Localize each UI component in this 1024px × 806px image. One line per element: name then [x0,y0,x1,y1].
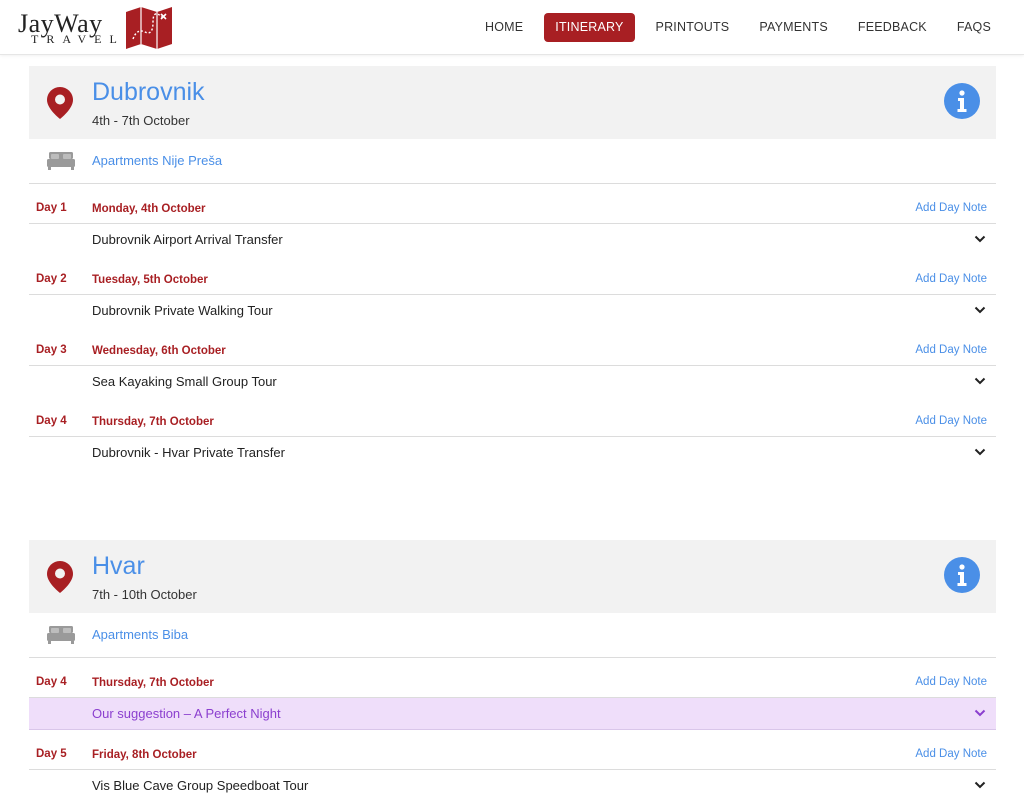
activity-row[interactable]: Dubrovnik Airport Arrival Transfer [29,224,996,255]
accommodation-row: Apartments Nije Preša [29,139,996,184]
nav-home[interactable]: HOME [470,13,538,42]
destination-title[interactable]: Dubrovnik [92,78,205,107]
day-number: Day 4 [36,676,67,688]
day-header: Day 5 Friday, 8th October Add Day Note [29,730,996,770]
destination-dates: 7th - 10th October [92,587,197,602]
day-date: Thursday, 7th October [92,416,214,428]
suggestion-row[interactable]: Our suggestion – A Perfect Night [29,698,996,730]
day-header: Day 2 Tuesday, 5th October Add Day Note [29,255,996,295]
chevron-down-icon[interactable] [974,708,986,718]
activity-name: Vis Blue Cave Group Speedboat Tour [92,778,309,793]
accommodation-row: Apartments Biba [29,613,996,658]
add-day-note-link[interactable]: Add Day Note [915,273,987,285]
day-number: Day 3 [36,344,67,356]
day-header: Day 1 Monday, 4th October Add Day Note [29,184,996,224]
nav-feedback[interactable]: FEEDBACK [843,13,942,42]
info-icon[interactable] [944,83,980,119]
add-day-note-link[interactable]: Add Day Note [915,415,987,427]
day-number: Day 5 [36,748,67,760]
activity-row[interactable]: Dubrovnik - Hvar Private Transfer [29,437,996,468]
chevron-down-icon[interactable] [974,376,986,386]
destination-header: Dubrovnik 4th - 7th October [29,66,996,139]
day-number: Day 1 [36,202,67,214]
chevron-down-icon[interactable] [974,305,986,315]
main-nav: HOME ITINERARY PRINTOUTS PAYMENTS FEEDBA… [470,13,1006,42]
day-date: Friday, 8th October [92,749,197,761]
day-number: Day 4 [36,415,67,427]
location-pin-icon [47,87,73,119]
info-icon[interactable] [944,557,980,593]
chevron-down-icon[interactable] [974,234,986,244]
suggestion-name: Our suggestion – A Perfect Night [92,706,281,721]
location-pin-icon [47,561,73,593]
destination-dates: 4th - 7th October [92,113,190,128]
top-header: JayWay TRAVEL HOME ITINERARY PRINTOUTS P… [0,0,1024,55]
accommodation-link[interactable]: Apartments Nije Preša [92,153,222,168]
day-date: Wednesday, 6th October [92,345,226,357]
bed-icon [47,152,75,170]
folded-map-icon [126,7,172,49]
day-date: Monday, 4th October [92,203,206,215]
day-date: Thursday, 7th October [92,677,214,689]
day-date: Tuesday, 5th October [92,274,208,286]
add-day-note-link[interactable]: Add Day Note [915,202,987,214]
day-number: Day 2 [36,273,67,285]
activity-name: Dubrovnik Private Walking Tour [92,303,273,318]
chevron-down-icon[interactable] [974,447,986,457]
add-day-note-link[interactable]: Add Day Note [915,344,987,356]
activity-row[interactable]: Sea Kayaking Small Group Tour [29,366,996,397]
activity-name: Dubrovnik Airport Arrival Transfer [92,232,283,247]
logo-tagline: TRAVEL [31,32,125,46]
add-day-note-link[interactable]: Add Day Note [915,676,987,688]
destination-title[interactable]: Hvar [92,552,145,581]
nav-payments[interactable]: PAYMENTS [744,13,843,42]
day-header: Day 4 Thursday, 7th October Add Day Note [29,658,996,698]
accommodation-link[interactable]: Apartments Biba [92,627,188,642]
activity-name: Sea Kayaking Small Group Tour [92,374,277,389]
destination-hvar: Hvar 7th - 10th October Apartments Biba … [29,540,996,801]
chevron-down-icon[interactable] [974,780,986,790]
nav-itinerary[interactable]: ITINERARY [544,13,635,42]
nav-faqs[interactable]: FAQS [942,13,1006,42]
activity-name: Dubrovnik - Hvar Private Transfer [92,445,285,460]
activity-row[interactable]: Dubrovnik Private Walking Tour [29,295,996,326]
day-header: Day 4 Thursday, 7th October Add Day Note [29,397,996,437]
bed-icon [47,626,75,644]
activity-row[interactable]: Vis Blue Cave Group Speedboat Tour [29,770,996,801]
destination-header: Hvar 7th - 10th October [29,540,996,613]
destination-dubrovnik: Dubrovnik 4th - 7th October Apartments N… [29,66,996,468]
add-day-note-link[interactable]: Add Day Note [915,748,987,760]
jayway-logo[interactable]: JayWay TRAVEL [18,6,178,50]
day-header: Day 3 Wednesday, 6th October Add Day Not… [29,326,996,366]
nav-printouts[interactable]: PRINTOUTS [641,13,745,42]
